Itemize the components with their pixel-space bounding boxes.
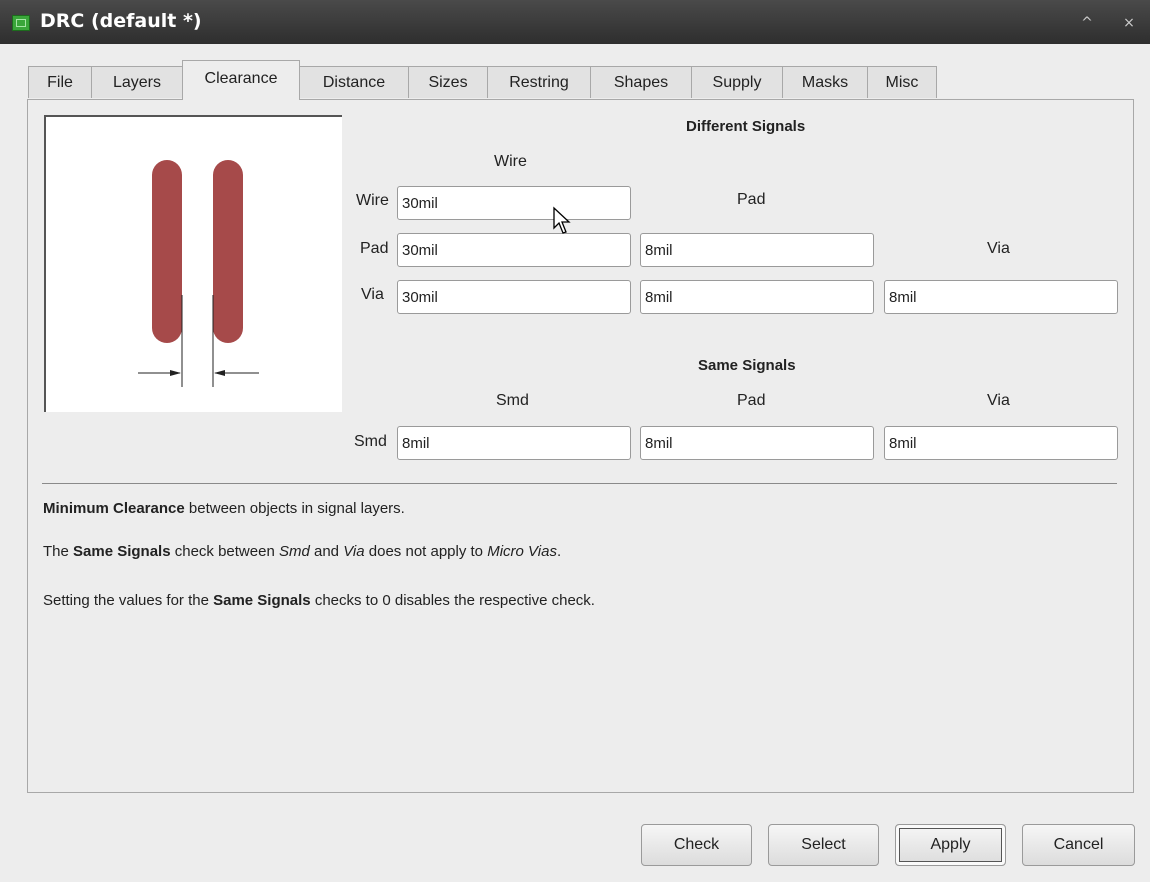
tab-misc[interactable]: Misc bbox=[867, 66, 937, 98]
close-icon[interactable]: × bbox=[1118, 13, 1140, 33]
note-disable-check: Setting the values for the Same Signals … bbox=[43, 592, 595, 609]
maximize-icon[interactable]: ^ bbox=[1076, 13, 1098, 33]
tab-distance[interactable]: Distance bbox=[299, 66, 409, 98]
row-via-label: Via bbox=[361, 286, 384, 303]
tab-masks[interactable]: Masks bbox=[782, 66, 868, 98]
wire-wire-field[interactable] bbox=[397, 186, 631, 220]
col-pad-label-same: Pad bbox=[737, 392, 766, 409]
tab-clearance[interactable]: Clearance bbox=[182, 60, 300, 100]
tab-sizes[interactable]: Sizes bbox=[408, 66, 488, 98]
clearance-diagram bbox=[138, 160, 259, 387]
col-via-label-same: Via bbox=[987, 392, 1010, 409]
smd-via-field[interactable] bbox=[884, 426, 1118, 460]
note-same-signals-micro-vias: The Same Signals check between Smd and V… bbox=[43, 543, 562, 560]
row-wire-label: Wire bbox=[356, 192, 389, 209]
via-via-field[interactable] bbox=[884, 280, 1118, 314]
note-minimum-clearance: Minimum Clearance between objects in sig… bbox=[43, 500, 405, 517]
tab-restring[interactable]: Restring bbox=[487, 66, 591, 98]
tab-layers[interactable]: Layers bbox=[91, 66, 183, 98]
pad-wire-field[interactable] bbox=[397, 233, 631, 267]
col-pad-label: Pad bbox=[737, 191, 766, 208]
apply-button[interactable]: Apply bbox=[895, 824, 1006, 866]
pad-pad-field[interactable] bbox=[640, 233, 874, 267]
check-button[interactable]: Check bbox=[641, 824, 752, 866]
smd-smd-field[interactable] bbox=[397, 426, 631, 460]
tab-supply[interactable]: Supply bbox=[691, 66, 783, 98]
tab-shapes[interactable]: Shapes bbox=[590, 66, 692, 98]
trace-left bbox=[152, 160, 182, 343]
col-via-label: Via bbox=[987, 240, 1010, 257]
mouse-cursor-icon bbox=[553, 206, 571, 234]
smd-pad-field[interactable] bbox=[640, 426, 874, 460]
row-smd-label: Smd bbox=[354, 433, 387, 450]
via-pad-field[interactable] bbox=[640, 280, 874, 314]
row-pad-label: Pad bbox=[360, 240, 389, 257]
app-icon bbox=[12, 15, 30, 31]
clearance-preview bbox=[44, 115, 342, 412]
different-signals-heading: Different Signals bbox=[686, 118, 806, 135]
tab-file[interactable]: File bbox=[28, 66, 92, 98]
title-bar: DRC (default *) ^ × bbox=[0, 0, 1150, 44]
trace-right bbox=[213, 160, 243, 343]
cancel-button[interactable]: Cancel bbox=[1022, 824, 1135, 866]
via-wire-field[interactable] bbox=[397, 280, 631, 314]
separator bbox=[42, 483, 1117, 484]
select-button[interactable]: Select bbox=[768, 824, 879, 866]
same-signals-heading: Same Signals bbox=[698, 357, 796, 374]
col-wire-label: Wire bbox=[494, 153, 527, 170]
window-title: DRC (default *) bbox=[40, 10, 202, 32]
col-smd-label: Smd bbox=[496, 392, 529, 409]
